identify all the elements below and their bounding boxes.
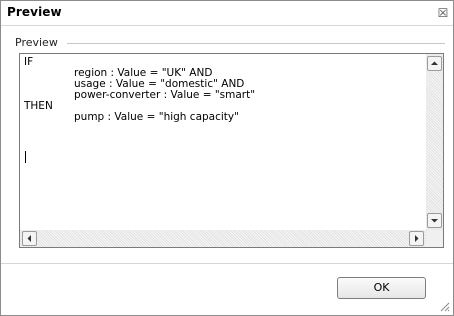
vertical-scrollbar[interactable] [426, 54, 443, 230]
group-divider [67, 43, 445, 44]
resize-grip-icon[interactable] [438, 300, 450, 312]
arrow-left-icon[interactable] [22, 231, 37, 246]
title-separator [1, 25, 453, 26]
arrow-down-icon[interactable] [427, 213, 442, 228]
text-caret [25, 151, 26, 163]
scrollbar-corner [426, 230, 443, 247]
rule-line-action: pump : Value = "high capacity" [74, 111, 239, 123]
rule-line-condition: power-converter : Value = "smart" [74, 89, 256, 101]
arrow-right-icon[interactable] [409, 231, 424, 246]
button-bar-separator [1, 263, 453, 264]
preview-text-area[interactable]: IF region : Value = "UK" AND usage : Val… [19, 53, 444, 248]
ok-button[interactable]: OK [337, 277, 426, 299]
horizontal-scrollbar[interactable] [20, 230, 426, 247]
group-label: Preview [15, 36, 62, 49]
title-bar[interactable]: Preview ☒ [1, 1, 453, 25]
close-icon[interactable]: ☒ [437, 7, 449, 19]
rule-text[interactable]: IF region : Value = "UK" AND usage : Val… [24, 57, 424, 123]
window-title: Preview [7, 5, 62, 19]
preview-dialog: Preview ☒ Preview IF region : Value = "U… [0, 0, 454, 316]
arrow-up-icon[interactable] [427, 56, 442, 71]
